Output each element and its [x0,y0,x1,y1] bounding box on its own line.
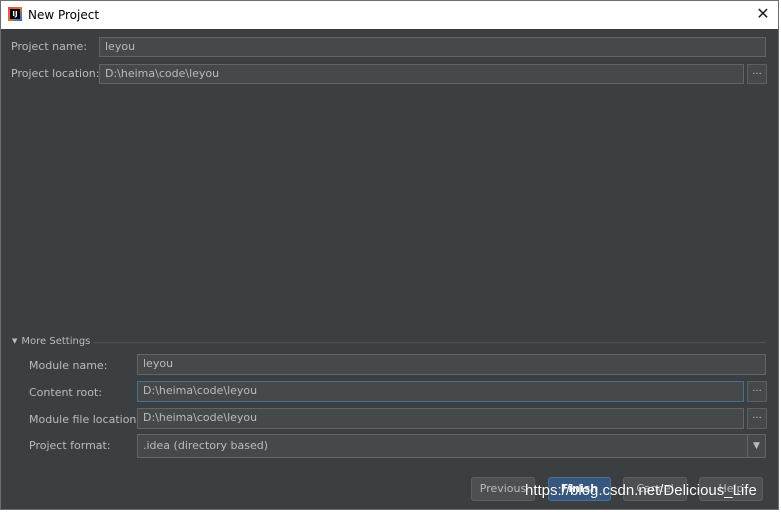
content-root-input[interactable]: D:\heima\code\leyou [137,381,744,402]
project-location-input[interactable]: D:\heima\code\leyou [99,64,744,84]
title-bar: New Project ✕ [1,1,778,29]
watermark-text: https://blog.csdn.net/Delicious_Life [525,482,757,499]
more-settings-toggle[interactable]: ▼ More Settings [12,336,90,347]
module-name-label: Module name: [29,359,108,372]
module-file-location-label: Module file location: [29,413,141,426]
intellij-idea-icon [8,7,22,21]
more-settings-separator [93,342,766,343]
project-location-label: Project location: [11,67,100,80]
project-format-select[interactable]: .idea (directory based) ▼ [137,434,766,458]
content-root-browse-button[interactable]: ... [747,381,767,402]
close-icon[interactable]: ✕ [754,5,772,23]
module-name-input[interactable]: leyou [137,354,766,375]
project-name-label: Project name: [11,40,88,53]
dialog-title: New Project [28,8,100,22]
module-file-location-browse-button[interactable]: ... [747,408,767,429]
project-format-label: Project format: [29,439,111,452]
project-format-value: .idea (directory based) [143,439,269,452]
project-name-input[interactable]: leyou [99,37,766,57]
more-settings-label: More Settings [21,336,91,347]
expand-triangle-icon: ▼ [12,337,18,345]
chevron-down-icon: ▼ [747,435,765,457]
new-project-dialog: New Project ✕ Project name: leyou Projec… [0,0,779,510]
project-location-browse-button[interactable]: ... [747,64,767,84]
module-file-location-input[interactable]: D:\heima\code\leyou [137,408,744,429]
content-root-label: Content root: [29,386,103,399]
